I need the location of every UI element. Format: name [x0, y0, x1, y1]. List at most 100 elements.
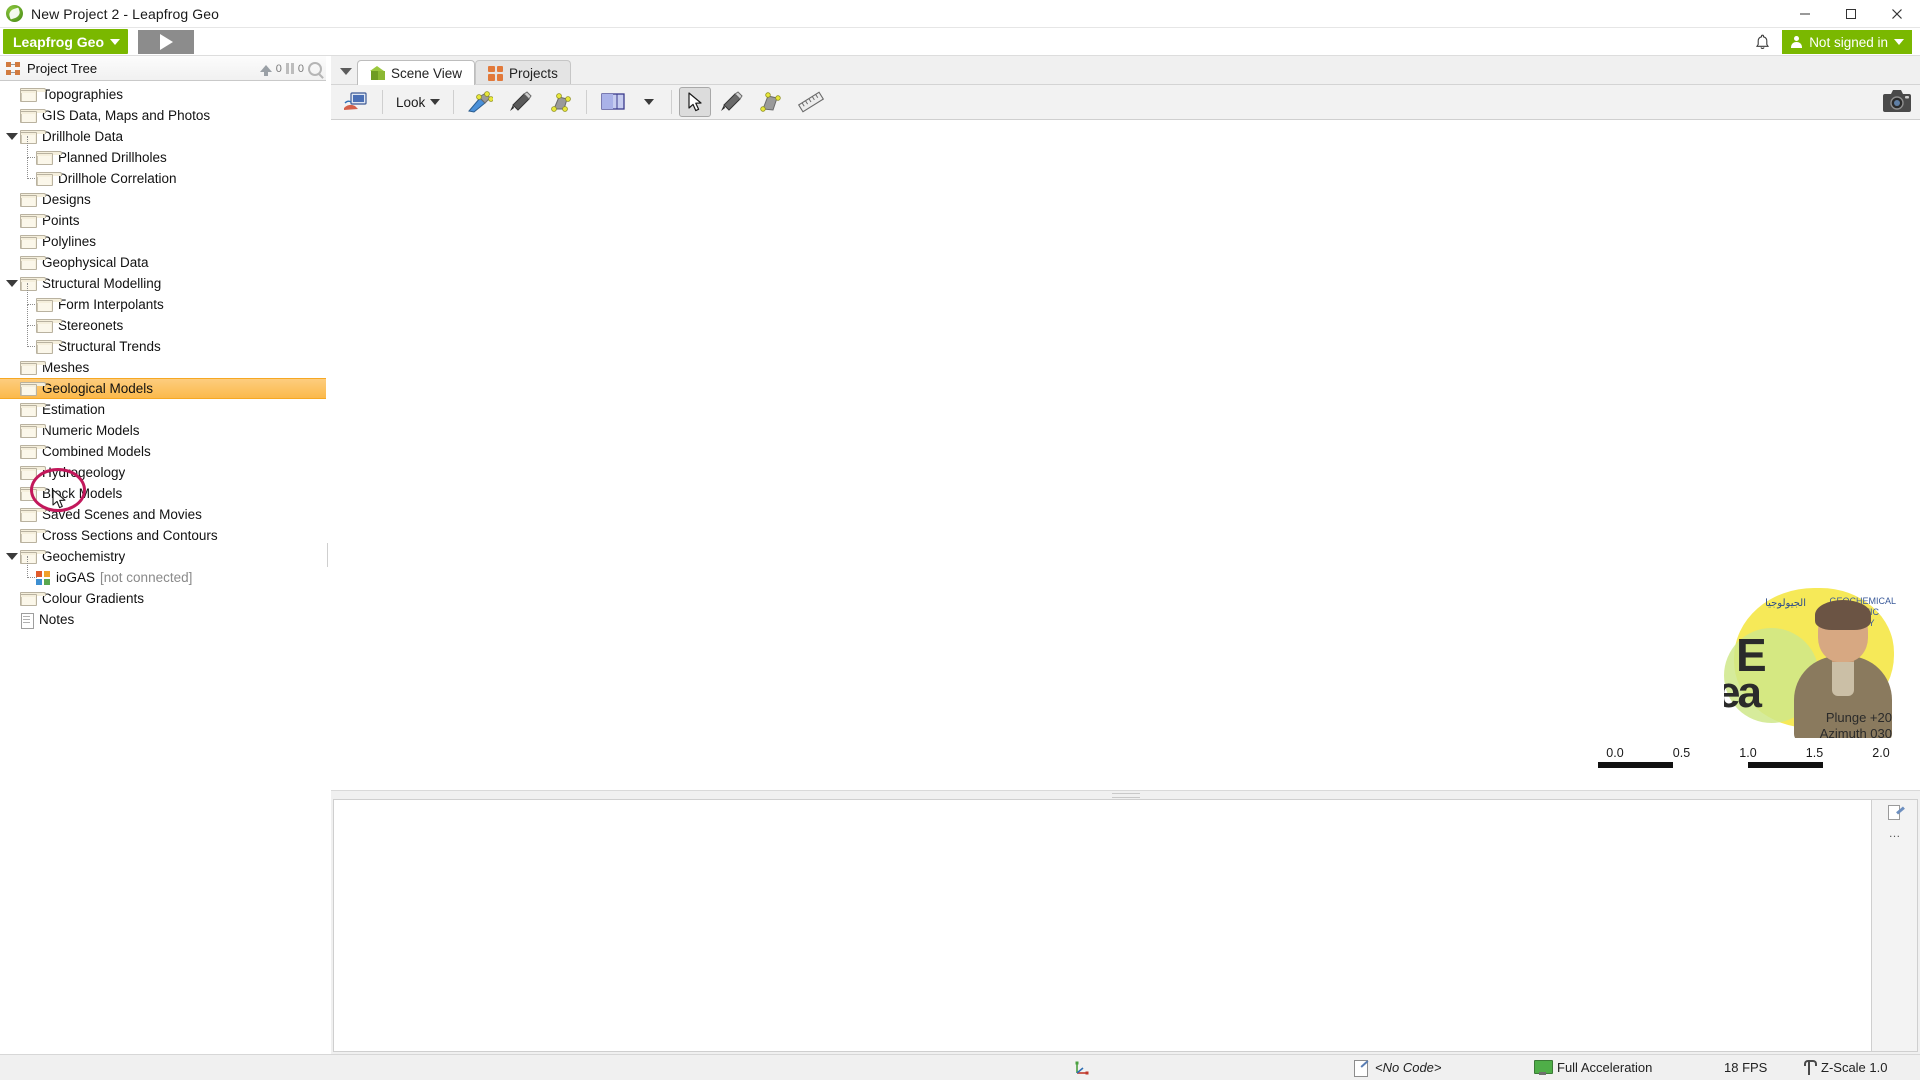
- code-label: <No Code>: [1375, 1060, 1442, 1075]
- screenshot-button[interactable]: [1882, 88, 1912, 117]
- select-arrow-button[interactable]: [679, 87, 711, 117]
- minimize-button[interactable]: [1782, 0, 1828, 28]
- webcam-big-letter-2: ea: [1724, 668, 1759, 718]
- clipping-box-icon: [600, 92, 626, 112]
- tree-indent: [4, 294, 20, 315]
- tree-item-polylines[interactable]: Polylines: [0, 231, 326, 252]
- scene-viewport[interactable]: الجيولوجيا GEOCHEMICAL ECONOMIC GEOLOGY …: [331, 120, 1920, 791]
- tree-item-label: Numeric Models: [42, 423, 140, 438]
- sign-in-button[interactable]: Not signed in: [1782, 30, 1912, 54]
- tab-scene-view-label: Scene View: [391, 66, 462, 81]
- tree-item-combined-models[interactable]: Combined Models: [0, 441, 326, 462]
- tree-item-geophysical-data[interactable]: Geophysical Data: [0, 252, 326, 273]
- folder-icon: [20, 592, 37, 606]
- scale-tick-label: 2.0: [1864, 746, 1898, 760]
- twisty-placeholder: [4, 420, 20, 441]
- magnifier-icon[interactable]: [308, 62, 322, 76]
- status-axes[interactable]: [1060, 1060, 1104, 1076]
- tree-item-points[interactable]: Points: [0, 210, 326, 231]
- tab-overflow-button[interactable]: [335, 58, 357, 84]
- tree-item-drillhole-data[interactable]: Drillhole Data: [0, 126, 326, 147]
- folder-icon: [20, 130, 37, 144]
- status-code[interactable]: <No Code>: [1340, 1060, 1456, 1076]
- scale-bar: 0.00.51.01.52.0: [1598, 746, 1898, 768]
- clean-tool-icon: [467, 91, 493, 113]
- bell-icon[interactable]: [1752, 31, 1772, 53]
- twisty-placeholder: [4, 483, 20, 504]
- twisty-expanded-icon[interactable]: [4, 126, 20, 147]
- ruler-icon: [797, 91, 825, 113]
- tree-item-structural-modelling[interactable]: Structural Modelling: [0, 273, 326, 294]
- project-tree-list[interactable]: TopographiesGIS Data, Maps and PhotosDri…: [0, 81, 326, 1054]
- tree-item-geochemistry[interactable]: Geochemistry: [0, 546, 326, 567]
- tree-item-meshes[interactable]: Meshes: [0, 357, 326, 378]
- tree-item-cross-sections-and-contours[interactable]: Cross Sections and Contours: [0, 525, 326, 546]
- slicer-button[interactable]: [751, 87, 789, 117]
- tree-item-stereonets[interactable]: Stereonets: [0, 315, 326, 336]
- twisty-placeholder: [4, 105, 20, 126]
- status-acceleration[interactable]: Full Acceleration: [1520, 1060, 1666, 1075]
- clipping-box-dropdown[interactable]: [634, 87, 664, 117]
- tree-item-gis-data-maps-and-photos[interactable]: GIS Data, Maps and Photos: [0, 105, 326, 126]
- twisty-expanded-icon[interactable]: [4, 546, 20, 567]
- notes-icon: [20, 612, 34, 628]
- close-button[interactable]: [1874, 0, 1920, 28]
- draw-line-button[interactable]: [713, 87, 749, 117]
- tree-item-label: Geophysical Data: [42, 255, 149, 270]
- pencil-tool-button[interactable]: [501, 87, 539, 117]
- tree-item-structural-trends[interactable]: Structural Trends: [0, 336, 326, 357]
- person-icon: [1790, 36, 1803, 49]
- tree-item-iogas[interactable]: ioGAS[not connected]: [0, 567, 326, 588]
- scale-bar-ticks: 0.00.51.01.52.0: [1598, 746, 1898, 760]
- tree-item-designs[interactable]: Designs: [0, 189, 326, 210]
- pause-icon[interactable]: [286, 63, 294, 74]
- tree-item-numeric-models[interactable]: Numeric Models: [0, 420, 326, 441]
- folder-icon: [36, 340, 53, 354]
- tree-item-geological-models[interactable]: Geological Models: [0, 378, 326, 399]
- clean-tool-button[interactable]: [461, 87, 499, 117]
- folder-icon: [20, 529, 37, 543]
- lower-dock-more-button[interactable]: …: [1889, 826, 1901, 840]
- folder-icon: [20, 424, 37, 438]
- play-button[interactable]: [138, 30, 194, 54]
- scene-area: Scene View Projects: [331, 56, 1920, 1054]
- azimuth-label: Azimuth 030: [1820, 726, 1892, 742]
- twisty-expanded-icon[interactable]: [4, 273, 20, 294]
- scene-settings-button[interactable]: [337, 87, 375, 117]
- tree-item-label: Meshes: [42, 360, 89, 375]
- scale-tick-label: 1.0: [1731, 746, 1765, 760]
- project-tree-title: Project Tree: [27, 61, 97, 76]
- clipping-box-button[interactable]: [594, 87, 632, 117]
- upload-arrow-icon[interactable]: [260, 65, 272, 72]
- page-edit-icon[interactable]: [1886, 804, 1904, 822]
- tree-item-form-interpolants[interactable]: Form Interpolants: [0, 294, 326, 315]
- menu-strip-right: Not signed in: [1752, 28, 1920, 56]
- axes-icon: [1074, 1060, 1090, 1076]
- polyline-tool-button[interactable]: [541, 87, 579, 117]
- tree-item-label: Saved Scenes and Movies: [42, 507, 202, 522]
- tree-item-planned-drillholes[interactable]: Planned Drillholes: [0, 147, 326, 168]
- look-menu-button[interactable]: Look: [390, 95, 446, 110]
- tree-item-block-models[interactable]: Block Models: [0, 483, 326, 504]
- twisty-placeholder: [4, 252, 20, 273]
- ruler-button[interactable]: [791, 87, 831, 117]
- tree-item-saved-scenes-and-movies[interactable]: Saved Scenes and Movies: [0, 504, 326, 525]
- status-fps: 18 FPS: [1710, 1060, 1781, 1075]
- dock-splitter[interactable]: [331, 791, 1920, 799]
- tree-item-notes[interactable]: Notes: [0, 609, 326, 630]
- tree-item-topographies[interactable]: Topographies: [0, 84, 326, 105]
- tree-item-estimation[interactable]: Estimation: [0, 399, 326, 420]
- lower-dock-panel[interactable]: [333, 799, 1872, 1052]
- title-bar: New Project 2 - Leapfrog Geo: [0, 0, 1920, 28]
- tree-item-hydrogeology[interactable]: Hydrogeology: [0, 462, 326, 483]
- tree-item-label: Structural Modelling: [42, 276, 161, 291]
- tab-scene-view[interactable]: Scene View: [357, 60, 475, 85]
- tree-item-drillhole-correlation[interactable]: Drillhole Correlation: [0, 168, 326, 189]
- folder-icon: [20, 382, 37, 396]
- maximize-button[interactable]: [1828, 0, 1874, 28]
- tree-item-colour-gradients[interactable]: Colour Gradients: [0, 588, 326, 609]
- tab-projects[interactable]: Projects: [475, 60, 571, 85]
- status-zscale[interactable]: Z-Scale 1.0: [1790, 1060, 1901, 1075]
- app-menu-button[interactable]: Leapfrog Geo: [3, 29, 128, 54]
- window-title: New Project 2 - Leapfrog Geo: [31, 6, 219, 22]
